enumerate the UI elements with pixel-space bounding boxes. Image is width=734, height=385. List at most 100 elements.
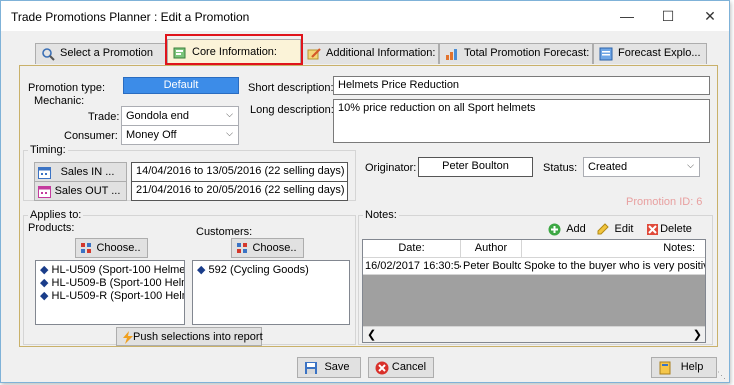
edit-note-button[interactable]: Edit (592, 219, 640, 238)
calendar-icon (38, 167, 51, 179)
floppy-disk-icon (305, 362, 317, 374)
help-book-icon (659, 361, 671, 375)
list-item[interactable]: ◆ 592 (Cycling Goods) (193, 264, 349, 277)
column-header-date[interactable]: Date: (363, 240, 461, 258)
tab-core-information[interactable]: Core Information: (167, 39, 301, 65)
scroll-left-icon[interactable]: ❮ (367, 328, 376, 341)
short-description-input[interactable]: Helmets Price Reduction (333, 76, 710, 95)
window-title: Trade Promotions Planner : Edit a Promot… (11, 10, 250, 24)
delete-note-button[interactable]: Delete (642, 219, 694, 238)
customer-icon: ◆ (197, 264, 206, 276)
consumer-select[interactable]: Money Off ⌵ (121, 125, 239, 145)
sales-out-label: Sales OUT ... (54, 185, 121, 197)
tab-select-promotion[interactable]: Select a Promotion (35, 43, 167, 64)
product-icon: ◆ (40, 290, 49, 302)
notes-grid-header: Date: Author Notes: (363, 240, 705, 258)
add-note-button[interactable]: Add (544, 219, 592, 238)
customers-label: Customers: (196, 226, 253, 238)
timing-label: Timing: (28, 144, 68, 156)
tab-additional-information[interactable]: Additional Information: (301, 43, 439, 64)
trade-label: Trade: (88, 111, 120, 123)
edit-form-icon (173, 47, 186, 59)
tab-label: Select a Promotion (60, 47, 153, 59)
tab-label: Additional Information: (326, 47, 436, 59)
save-button[interactable]: Save (297, 357, 361, 378)
column-header-notes[interactable]: Notes: (522, 240, 705, 258)
product-icon: ◆ (40, 264, 49, 276)
long-description-label: Long description: (250, 104, 334, 116)
push-selections-button[interactable]: Push selections into report (116, 327, 263, 346)
consumer-select-value: Money Off (126, 129, 177, 141)
delete-icon (647, 224, 658, 235)
chevron-down-icon: ⌵ (226, 128, 233, 138)
minimize-button[interactable]: — (612, 5, 642, 27)
chevron-down-icon: ⌵ (687, 160, 694, 170)
customers-choose-button[interactable]: Choose.. (231, 238, 304, 258)
products-list[interactable]: ◆ HL-U509 (Sport-100 Helmet, ◆ HL-U509-B… (35, 260, 185, 325)
sales-out-button[interactable]: Sales OUT ... (34, 181, 127, 201)
consumer-label: Consumer: (64, 130, 118, 142)
chart-forecast-icon (446, 49, 457, 60)
sales-out-dates: 21/04/2016 to 20/05/2016 (22 selling day… (131, 181, 348, 201)
products-choose-button[interactable]: Choose.. (75, 238, 148, 258)
lightning-icon (123, 331, 133, 344)
core-information-panel: Promotion type: Default Mechanic: Trade:… (19, 65, 718, 347)
forecast-explorer-icon (599, 47, 613, 61)
tab-forecast-explorer[interactable]: Forecast Explo... (593, 43, 707, 64)
customers-list[interactable]: ◆ 592 (Cycling Goods) (192, 260, 350, 325)
short-description-label: Short description: (248, 82, 334, 94)
notes-grid[interactable]: Date: Author Notes: 16/02/2017 16:30:54 … (362, 239, 706, 343)
applies-to-label: Applies to: (28, 209, 84, 221)
sales-in-label: Sales IN ... (60, 166, 115, 178)
tab-label: Forecast Explo... (618, 47, 701, 59)
magnifier-icon (42, 48, 55, 61)
list-item-text: HL-U509-R (Sport-100 Helme (51, 290, 185, 302)
add-icon (548, 223, 561, 236)
resize-grip-icon[interactable]: ⋱ (717, 370, 726, 381)
long-description-textarea[interactable]: 10% price reduction on all Sport helmets (333, 99, 710, 143)
originator-field: Peter Boulton (418, 157, 533, 177)
list-item-text: HL-U509-B (Sport-100 Helme (51, 277, 185, 289)
maximize-button[interactable]: ☐ (653, 5, 683, 27)
list-item[interactable]: ◆ HL-U509 (Sport-100 Helmet, (36, 264, 184, 277)
cell-date: 16/02/2017 16:30:54 (365, 260, 461, 272)
horizontal-scrollbar[interactable]: ❮ ❯ (363, 326, 705, 342)
notes-label: Notes: (363, 209, 399, 221)
cancel-button[interactable]: Cancel (368, 357, 434, 378)
column-header-author[interactable]: Author (461, 240, 522, 258)
list-item[interactable]: ◆ HL-U509-B (Sport-100 Helme (36, 277, 184, 290)
sales-in-button[interactable]: Sales IN ... (34, 162, 127, 182)
pencil-form-icon (307, 48, 321, 60)
originator-label: Originator: (365, 162, 417, 174)
table-row[interactable]: 16/02/2017 16:30:54 Peter Boulton Spoke … (363, 258, 706, 275)
push-selections-label: Push selections into report (133, 331, 263, 343)
status-label: Status: (543, 162, 578, 174)
footer-bar: Save Cancel Help ⋱ (1, 351, 729, 383)
promotion-window: Trade Promotions Planner : Edit a Promot… (0, 0, 730, 383)
help-button[interactable]: Help (651, 357, 717, 378)
promotion-id: Promotion ID: 6 (626, 196, 703, 208)
tab-total-promotion-forecast[interactable]: Total Promotion Forecast: (439, 43, 593, 64)
promotion-type-field[interactable]: Default (123, 77, 239, 94)
status-select[interactable]: Created ⌵ (583, 157, 700, 177)
status-select-value: Created (588, 161, 628, 173)
trade-select[interactable]: Gondola end ⌵ (121, 106, 239, 126)
title-bar: Trade Promotions Planner : Edit a Promot… (1, 1, 729, 31)
calendar-icon (38, 186, 51, 198)
choose-customers-icon (237, 243, 247, 253)
list-item[interactable]: ◆ HL-U509-R (Sport-100 Helme (36, 290, 184, 303)
mechanic-label: Mechanic: (34, 95, 85, 107)
tab-label: Total Promotion Forecast: (464, 47, 590, 59)
close-button[interactable]: ✕ (695, 5, 725, 27)
cell-note: Spoke to the buyer who is very positive … (524, 260, 706, 272)
trade-select-value: Gondola end (126, 110, 189, 122)
sales-in-dates: 14/04/2016 to 13/05/2016 (22 selling day… (131, 162, 348, 182)
list-item-text: HL-U509 (Sport-100 Helmet, (51, 264, 185, 276)
choose-products-icon (81, 243, 91, 253)
product-icon: ◆ (40, 277, 49, 289)
chevron-down-icon: ⌵ (226, 109, 233, 119)
cancel-icon (375, 361, 389, 375)
tab-label: Core Information: (192, 46, 277, 58)
scroll-right-icon[interactable]: ❯ (693, 328, 702, 341)
list-item-text: 592 (Cycling Goods) (208, 264, 309, 276)
